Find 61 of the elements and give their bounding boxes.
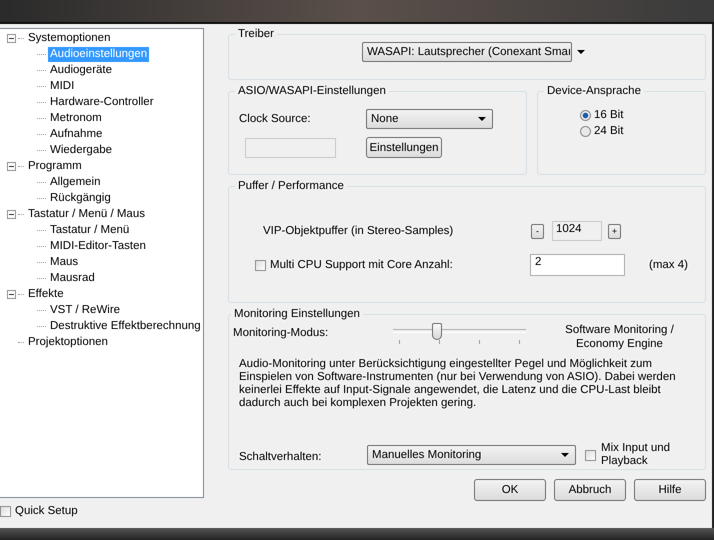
checkbox[interactable] [255,260,266,270]
caret-icon [577,50,586,54]
collapse-icon[interactable] [7,162,16,170]
dialog-button[interactable]: Abbruch [554,479,626,501]
checkbox-label: Mix Input und Playback [601,442,672,468]
dialog-button[interactable]: OK [474,479,546,501]
switch-mode-dropdown[interactable]: Manuelles Monitoring [367,445,576,465]
tree-item[interactable]: Wiedergabe [48,142,114,158]
increment-button[interactable]: + [608,224,621,238]
group-title: Device-Ansprache [546,85,642,97]
slider-thumb[interactable] [432,323,442,340]
field-label: Schaltverhalten: [239,451,322,463]
tree-item[interactable]: Allgemein [48,174,102,190]
clock-source-dropdown[interactable]: None [366,109,493,129]
mode-value: Software Monitoring / Economy Engine [564,323,675,351]
tree-item[interactable]: Maus [48,254,80,270]
checkbox-label: Quick Setup [15,505,78,517]
tree-item[interactable]: Effekte [26,286,66,302]
description-text: Audio-Monitoring unter Berücksichtigung eingestellter Pegel und Möglichkeit zum Einspielen von Software-Instrumenten (nur bei Verwendung von ASIO). Dabei werden keinerlei Effekte auf Input-Signale angewendet, die Latenz und die CPU-Last bleibt dadurch auch bei komplexen Projekten gering. [239,358,677,410]
caret-icon [561,453,569,457]
caret-icon [478,117,486,121]
field-label: VIP-Objektpuffer (in Stereo-Samples) [263,225,454,237]
collapse-icon[interactable] [7,210,16,218]
max-hint: (max 4) [649,259,688,271]
settings-button[interactable]: Einstellungen [366,137,442,158]
field-label: Monitoring-Modus: [233,327,330,339]
radio-button[interactable] [580,110,591,120]
checkbox[interactable] [585,450,596,460]
radio-label: 16 Bit [594,109,624,121]
tree-item[interactable]: Destruktive Effektberechnung [48,318,203,334]
radio-label: 24 Bit [594,125,624,137]
tree-item[interactable]: Metronom [48,110,104,126]
field-label: Clock Source: [239,113,312,125]
group-title: Monitoring Einstellungen [233,308,361,320]
tree-item[interactable]: Hardware-Controller [48,94,156,110]
tree-item[interactable]: Mausrad [48,270,97,286]
tree-item[interactable]: MIDI-Editor-Tasten [48,238,148,254]
input-field[interactable] [245,138,336,158]
decrement-button[interactable]: - [531,224,544,238]
tree-item[interactable]: Audiogeräte [48,62,114,78]
core-count-field[interactable]: 2 [530,254,625,276]
monitoring-slider[interactable] [393,323,526,347]
tree-item[interactable]: Tastatur / Menü / Maus [26,206,147,222]
checkbox[interactable] [0,506,11,516]
tree-item[interactable]: Aufnahme [48,126,104,142]
collapse-icon[interactable] [7,290,16,298]
checkbox-label: Multi CPU Support mit Core Anzahl: [270,259,454,271]
buffer-field[interactable]: 1024 [552,221,602,241]
dialog-button[interactable]: Hilfe [634,479,706,501]
tree-item[interactable]: Programm [26,158,84,174]
tree-item[interactable]: MIDI [48,78,76,94]
group-title: Treiber [237,28,275,40]
tree-item[interactable]: Tastatur / Menü [48,222,132,238]
tree-item[interactable]: Systemoptionen [26,30,112,46]
collapse-icon[interactable] [7,34,16,42]
group-title: Puffer / Performance [237,180,345,192]
radio-button[interactable] [580,126,591,136]
tree-item[interactable]: VST / ReWire [48,302,122,318]
group-title: ASIO/WASAPI-Einstellungen [237,85,387,97]
tree-item[interactable]: Rückgängig [48,190,113,206]
tree-item[interactable]: Projektoptionen [26,334,110,350]
